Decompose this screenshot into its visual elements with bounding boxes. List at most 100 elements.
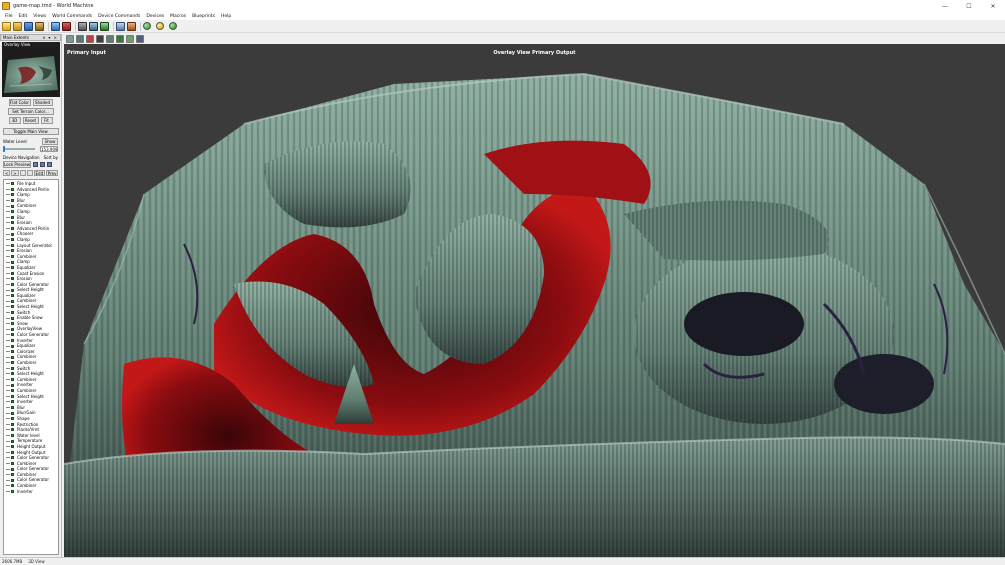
reset-button[interactable]: Reset [22,117,39,124]
tree-line [6,272,10,274]
device-icon [11,221,14,225]
device-icon [11,182,14,186]
view-shade-icon[interactable] [106,35,114,43]
sort-option-icon[interactable] [40,162,45,167]
lock-preview-button[interactable]: Lock Preview [3,161,31,168]
build-icon[interactable] [35,21,44,31]
tree-line [6,390,10,392]
toggle-main-view-button[interactable]: Toggle Main View [2,128,59,135]
device-icon [11,467,14,471]
device-icon [11,422,14,426]
device-navigation-row: Device Navigation Sort by [0,155,61,160]
yellow-ball-icon[interactable] [156,22,164,30]
3d-button[interactable]: 3D [8,117,21,124]
device-icon [11,389,14,393]
save-icon[interactable] [24,21,33,31]
tree-line [6,474,10,476]
edit-button[interactable]: Edit [33,170,46,176]
menu-views[interactable]: Views [30,14,49,19]
menu-world-commands[interactable]: World Commands [49,14,95,19]
view-2d-icon[interactable] [66,35,74,43]
shaded-button[interactable]: Shaded [32,99,53,106]
status-bar: 2606.7MB 3D View [0,557,1005,565]
view-color-icon[interactable] [86,35,94,43]
device-list[interactable]: File Input Advanced Perlin Clamp Blur Combin… [3,179,59,555]
grid-icon[interactable] [100,21,109,31]
tree-line [6,485,10,487]
maximize-button[interactable]: ☐ [957,0,981,12]
tree-line [6,317,10,319]
main-viewport[interactable]: Primary Input Overlay View Primary Outpu… [64,44,1005,557]
texture-icon[interactable] [127,21,136,31]
set-terrain-color-button[interactable]: Set Terrain Color... [7,108,54,115]
device-icon [11,445,14,449]
tree-line [6,267,10,269]
menu-file[interactable]: File [2,14,16,19]
menu-device-commands[interactable]: Device Commands [95,14,143,19]
water-level-value[interactable]: 153.909 [40,146,58,152]
menu-bar: File Edit Views World Commands Device Co… [0,12,1005,20]
tree-line [6,278,10,280]
device-icon [11,232,14,236]
nav-blank-button[interactable] [19,170,26,176]
panel-header-buttons[interactable]: x ▾ × [43,35,58,40]
device-icon [11,327,14,331]
tree-line [6,194,10,196]
fit-button[interactable]: Fit [40,117,53,124]
main-toolbar [0,20,1005,33]
menu-blueprints[interactable]: Blueprints [189,14,218,19]
close-button[interactable]: ✕ [981,0,1005,12]
terrain-icon[interactable] [116,21,125,31]
prev-button[interactable]: Prev [46,170,58,176]
tree-line [6,468,10,470]
view-terrain-icon[interactable] [116,35,124,43]
tree-line [6,289,10,291]
tree-line [6,373,10,375]
water-level-slider[interactable] [3,146,35,152]
sort-option-icon[interactable] [47,162,52,167]
explorer-icon[interactable] [51,21,60,31]
view-layout-icon[interactable] [76,35,84,43]
device-icon [11,361,14,365]
preview-icon[interactable] [89,21,98,31]
slider-thumb[interactable] [3,146,5,152]
tree-line [6,256,10,258]
open-icon[interactable] [13,21,22,31]
tree-line [6,462,10,464]
device-icon [11,316,14,320]
device-list-item[interactable]: Inverter [4,489,58,495]
nav-blank-button[interactable] [26,170,33,176]
device-icon [11,411,14,415]
toggle-main-view-row: Toggle Main View [0,128,61,135]
tree-line [6,379,10,381]
view-overlay-icon[interactable] [126,35,134,43]
tree-line [6,362,10,364]
show-water-button[interactable]: Show [42,138,58,145]
view-wire-icon[interactable] [136,35,144,43]
flat-color-button[interactable]: Flat Color [8,99,31,106]
minimize-button[interactable]: — [933,0,957,12]
menu-macros[interactable]: Macros [167,14,189,19]
device-icon [11,243,14,247]
sort-option-icon[interactable] [33,162,38,167]
view-3d-icon[interactable] [96,35,104,43]
green-globe-icon[interactable] [169,22,177,30]
nav-prev-button[interactable]: < [3,170,11,176]
tree-line [6,233,10,235]
render-icon[interactable] [78,21,87,31]
menu-help[interactable]: Help [218,14,234,19]
layout-icon[interactable] [62,21,71,31]
new-icon[interactable] [2,21,11,31]
menu-edit[interactable]: Edit [16,14,31,19]
green-ball-icon[interactable] [143,22,151,30]
overlay-thumbnail[interactable] [2,48,60,97]
tree-line [6,401,10,403]
tree-line [6,423,10,425]
menu-devices[interactable]: Devices [143,14,167,19]
toolbar-separator [48,21,49,31]
nav-next-button[interactable]: > [11,170,19,176]
device-icon [11,215,14,219]
device-icon [11,461,14,465]
tree-line [6,490,10,492]
device-icon [11,383,14,387]
